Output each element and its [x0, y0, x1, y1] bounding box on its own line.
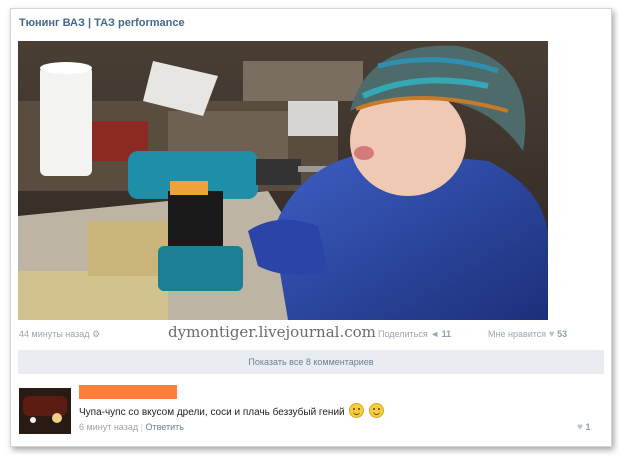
smile-emoji-icon — [349, 403, 365, 418]
commenter-name-redacted[interactable] — [79, 385, 177, 399]
comment-like-button[interactable]: ♥ 1 — [577, 422, 590, 433]
comment-time[interactable]: 6 минут назад — [79, 422, 138, 432]
comment-like-count: 1 — [585, 422, 591, 432]
avatar-image — [19, 388, 71, 434]
like-button[interactable]: Мне нравится ♥ 53 — [488, 329, 567, 340]
post-card: Тюнинг ВАЗ | ТАЗ performance 44 минуты н… — [10, 8, 612, 447]
share-button[interactable]: Поделиться ◄ 11 — [378, 329, 451, 339]
photo-watermark: dymontiger.livejournal.com — [168, 323, 376, 341]
comment-meta: 6 минут назад | Ответить — [79, 422, 184, 432]
post-time[interactable]: 44 минуты назад ⚙ — [19, 329, 100, 340]
comment-body: Чупа-чупс со вкусом дрели, соси и плачь … — [79, 403, 385, 418]
comment-text: Чупа-чупс со вкусом дрели, соси и плачь … — [79, 407, 345, 418]
gear-icon[interactable]: ⚙ — [92, 329, 100, 339]
post-photo-image — [18, 41, 548, 320]
post-title[interactable]: Тюнинг ВАЗ | ТАЗ performance — [19, 17, 185, 29]
divider: | — [140, 422, 143, 432]
avatar[interactable] — [19, 388, 71, 434]
share-count: 11 — [441, 329, 452, 339]
heart-icon: ♥ — [548, 329, 555, 340]
heart-icon: ♥ — [577, 422, 583, 433]
smile-emoji-icon — [369, 403, 385, 418]
megaphone-icon: ◄ — [430, 329, 440, 339]
post-photo[interactable] — [18, 41, 548, 320]
reply-button[interactable]: Ответить — [145, 422, 183, 432]
show-all-comments-button[interactable]: Показать все 8 комментариев — [18, 350, 604, 374]
like-count: 53 — [557, 329, 568, 339]
